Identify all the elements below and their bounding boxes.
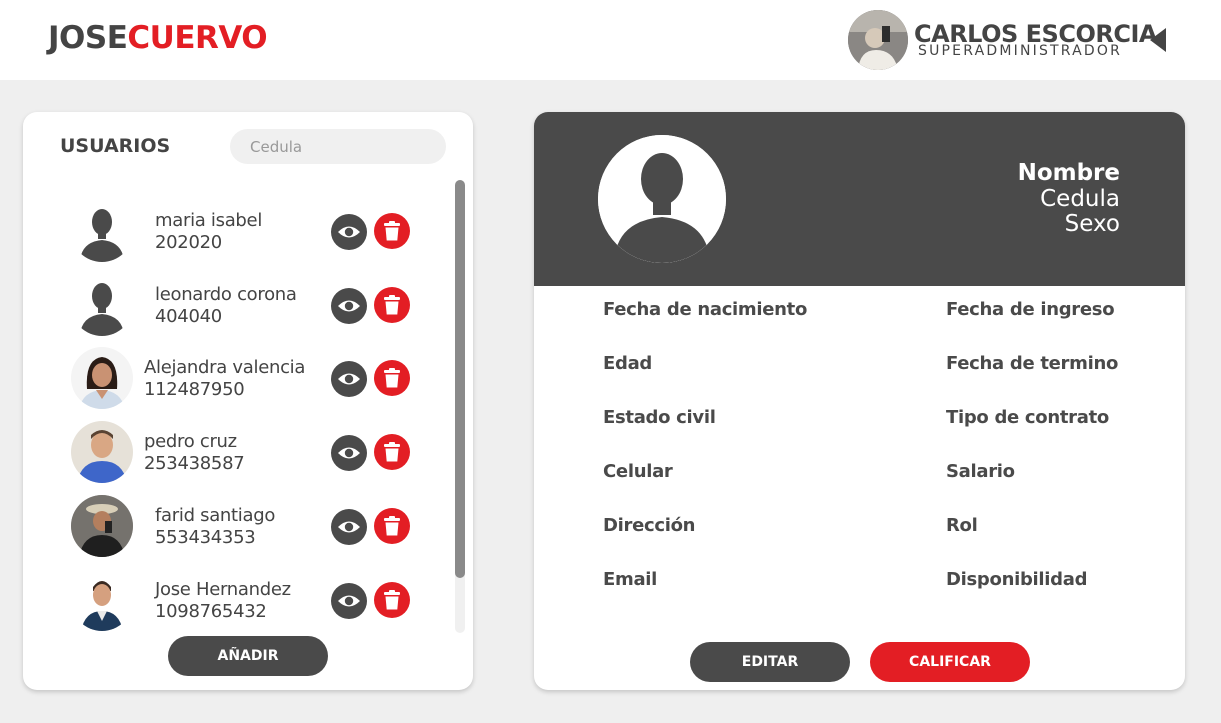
user-cedula: 112487950 [144, 379, 245, 400]
eye-icon [338, 521, 360, 533]
eye-icon [338, 595, 360, 607]
delete-user-button[interactable] [374, 434, 410, 470]
eye-icon [338, 373, 360, 385]
view-user-button[interactable] [331, 435, 367, 471]
users-panel: USUARIOS maria isabel 202020 leonardo co… [23, 112, 473, 690]
delete-user-button[interactable] [374, 508, 410, 544]
user-avatar-silhouette [71, 200, 133, 262]
eye-icon [338, 226, 360, 238]
trash-icon [384, 516, 400, 536]
rate-button[interactable]: CALIFICAR [870, 642, 1030, 682]
list-item[interactable]: leonardo corona 404040 [23, 268, 443, 342]
view-user-button[interactable] [331, 583, 367, 619]
user-avatar-photo [71, 569, 133, 631]
user-avatar-photo [71, 421, 133, 483]
user-cedula: 553434353 [155, 527, 256, 548]
field-birth-date: Fecha de nacimiento [603, 299, 808, 320]
list-item[interactable]: Alejandra valencia 112487950 [23, 341, 443, 415]
user-cedula: 1098765432 [155, 601, 267, 622]
field-address: Dirección [603, 515, 696, 536]
user-list: maria isabel 202020 leonardo corona 4040… [23, 180, 453, 631]
user-avatar-photo [71, 495, 133, 557]
brand-logo[interactable]: JOSECUERVO [48, 20, 268, 56]
profile-header: Nombre Cedula Sexo [534, 112, 1185, 286]
account-avatar[interactable] [848, 10, 908, 70]
profile-name-label: Nombre [1017, 160, 1120, 186]
account-menu[interactable]: CARLOS ESCORCIA SUPERADMINISTRADOR [848, 10, 1178, 70]
view-user-button[interactable] [331, 509, 367, 545]
eye-icon [338, 447, 360, 459]
field-salary: Salario [946, 461, 1015, 482]
view-user-button[interactable] [331, 288, 367, 324]
user-name: pedro cruz [144, 431, 237, 452]
cedula-search-input[interactable] [230, 129, 446, 164]
list-item[interactable]: maria isabel 202020 [23, 194, 443, 268]
profile-cedula-label: Cedula [1040, 186, 1120, 212]
view-user-button[interactable] [331, 214, 367, 250]
field-email: Email [603, 569, 658, 590]
list-item[interactable]: Jose Hernandez 1098765432 [23, 563, 443, 637]
field-availability: Disponibilidad [946, 569, 1088, 590]
field-end-date: Fecha de termino [946, 353, 1119, 374]
user-list-scrollbar[interactable] [455, 180, 465, 633]
user-name: farid santiago [155, 505, 276, 526]
user-avatar-silhouette [71, 274, 133, 336]
user-name: maria isabel [155, 210, 263, 231]
user-avatar-photo [71, 347, 133, 409]
field-age: Edad [603, 353, 653, 374]
user-name: leonardo corona [155, 284, 297, 305]
trash-icon [384, 295, 400, 315]
user-cedula: 404040 [155, 306, 222, 327]
edit-button[interactable]: EDITAR [690, 642, 850, 682]
brand-logo-part2: CUERVO [127, 20, 268, 56]
brand-logo-part1: JOSE [48, 20, 128, 56]
delete-user-button[interactable] [374, 582, 410, 618]
account-role: SUPERADMINISTRADOR [918, 43, 1123, 59]
scrollbar-thumb[interactable] [455, 180, 465, 578]
field-role: Rol [946, 515, 978, 536]
eye-icon [338, 300, 360, 312]
delete-user-button[interactable] [374, 287, 410, 323]
delete-user-button[interactable] [374, 213, 410, 249]
list-item[interactable]: farid santiago 553434353 [23, 489, 443, 563]
user-cedula: 202020 [155, 232, 222, 253]
add-user-button[interactable]: AÑADIR [168, 636, 328, 676]
trash-icon [384, 368, 400, 388]
user-name: Alejandra valencia [144, 357, 306, 378]
trash-icon [384, 221, 400, 241]
trash-icon [384, 590, 400, 610]
field-marital-status: Estado civil [603, 407, 716, 428]
field-start-date: Fecha de ingreso [946, 299, 1115, 320]
trash-icon [384, 442, 400, 462]
view-user-button[interactable] [331, 361, 367, 397]
user-cedula: 253438587 [144, 453, 245, 474]
collapse-caret-icon[interactable] [1150, 28, 1166, 52]
field-contract-type: Tipo de contrato [946, 407, 1109, 428]
profile-sex-label: Sexo [1064, 211, 1120, 237]
list-item[interactable]: pedro cruz 253438587 [23, 415, 443, 489]
users-title: USUARIOS [60, 135, 171, 157]
delete-user-button[interactable] [374, 360, 410, 396]
user-name: Jose Hernandez [155, 579, 291, 600]
profile-panel: Nombre Cedula Sexo Fecha de nacimiento E… [534, 112, 1185, 690]
profile-photo-placeholder [598, 135, 726, 263]
top-bar: JOSECUERVO CARLOS ESCORCIA SUPERADMINIST… [0, 0, 1221, 80]
field-phone: Celular [603, 461, 673, 482]
